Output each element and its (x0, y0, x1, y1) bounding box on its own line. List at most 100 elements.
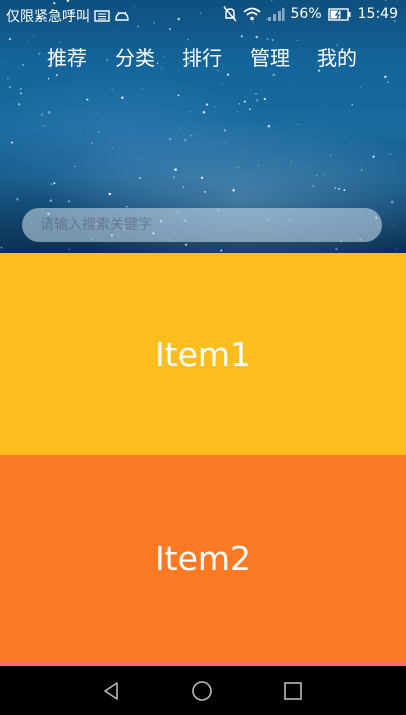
list-item-label: Item2 (154, 539, 252, 578)
star (267, 124, 271, 128)
vibrate-off-icon (222, 6, 237, 22)
star (53, 182, 56, 185)
star (68, 248, 70, 251)
star (392, 225, 394, 227)
star (45, 82, 47, 84)
star (389, 129, 390, 131)
star (50, 183, 53, 186)
tab-manage[interactable]: 管理 (245, 40, 295, 76)
star (200, 176, 204, 179)
star (338, 187, 341, 191)
star (97, 131, 100, 133)
star (108, 192, 112, 196)
star (121, 96, 124, 99)
star (396, 248, 398, 250)
star (293, 80, 295, 82)
battery-percent: 56% (290, 6, 322, 22)
star (189, 110, 192, 113)
star (390, 200, 394, 204)
wifi-icon (242, 7, 261, 21)
back-icon[interactable] (100, 680, 122, 702)
star (320, 34, 322, 36)
status-bar: 仅限紧急呼叫 56% 15:49 (0, 0, 406, 28)
star (111, 147, 113, 149)
header-banner: 仅限紧急呼叫 56% 15:49 推荐 分类 排行 管理 我的 请输入搜索关键字 (0, 0, 406, 253)
star (139, 159, 141, 160)
star (372, 155, 375, 158)
recents-icon[interactable] (282, 680, 304, 702)
star (193, 104, 195, 106)
star (362, 143, 364, 145)
star (255, 99, 259, 102)
star (202, 111, 206, 114)
star (9, 86, 11, 89)
tab-recommend[interactable]: 推荐 (42, 40, 92, 76)
star (49, 199, 53, 202)
star (47, 111, 51, 114)
star (100, 121, 102, 123)
star (255, 35, 259, 39)
tab-ranking[interactable]: 排行 (177, 40, 227, 76)
star (132, 128, 134, 130)
star (75, 76, 77, 78)
star (247, 96, 249, 98)
star (102, 119, 104, 121)
search-input[interactable] (22, 208, 382, 242)
star (360, 169, 363, 171)
home-icon[interactable] (191, 680, 213, 702)
star (240, 35, 243, 38)
star (142, 88, 144, 89)
star (169, 138, 172, 141)
star (312, 185, 315, 188)
battery-charging-icon (327, 7, 351, 21)
star (322, 174, 324, 176)
star (316, 174, 318, 176)
star (232, 188, 235, 192)
tab-category[interactable]: 分类 (110, 40, 160, 76)
star (389, 153, 392, 155)
star (20, 92, 22, 95)
star (18, 103, 21, 106)
list-item-2[interactable]: Item2 (0, 455, 406, 662)
clock: 15:49 (357, 6, 398, 22)
system-navigation-bar (0, 666, 406, 715)
star (184, 243, 188, 246)
star (248, 108, 251, 111)
star (74, 165, 76, 167)
star (111, 88, 113, 90)
star (237, 166, 239, 169)
star (172, 176, 176, 179)
star (183, 138, 187, 142)
star (174, 168, 177, 171)
star (325, 103, 327, 105)
star (40, 113, 44, 116)
star (220, 249, 223, 252)
tab-mine[interactable]: 我的 (312, 40, 362, 76)
star (223, 129, 227, 132)
star (225, 143, 227, 144)
star (0, 246, 3, 249)
star (334, 187, 337, 189)
star (10, 141, 13, 144)
star (190, 134, 193, 137)
star (20, 88, 22, 90)
star (169, 28, 172, 31)
star (80, 132, 82, 135)
star (198, 141, 200, 143)
star (243, 100, 246, 103)
star (263, 97, 266, 101)
star (16, 197, 19, 201)
star (0, 122, 1, 125)
star (32, 35, 34, 37)
star (351, 104, 353, 106)
list-item-label: Item1 (154, 334, 252, 374)
star (179, 127, 181, 129)
star (343, 189, 346, 191)
star (296, 123, 298, 126)
list-item-1[interactable]: Item1 (0, 253, 406, 455)
android-icon (115, 11, 129, 21)
star (47, 77, 50, 80)
star (179, 138, 181, 140)
star (349, 143, 351, 145)
star (387, 81, 389, 83)
